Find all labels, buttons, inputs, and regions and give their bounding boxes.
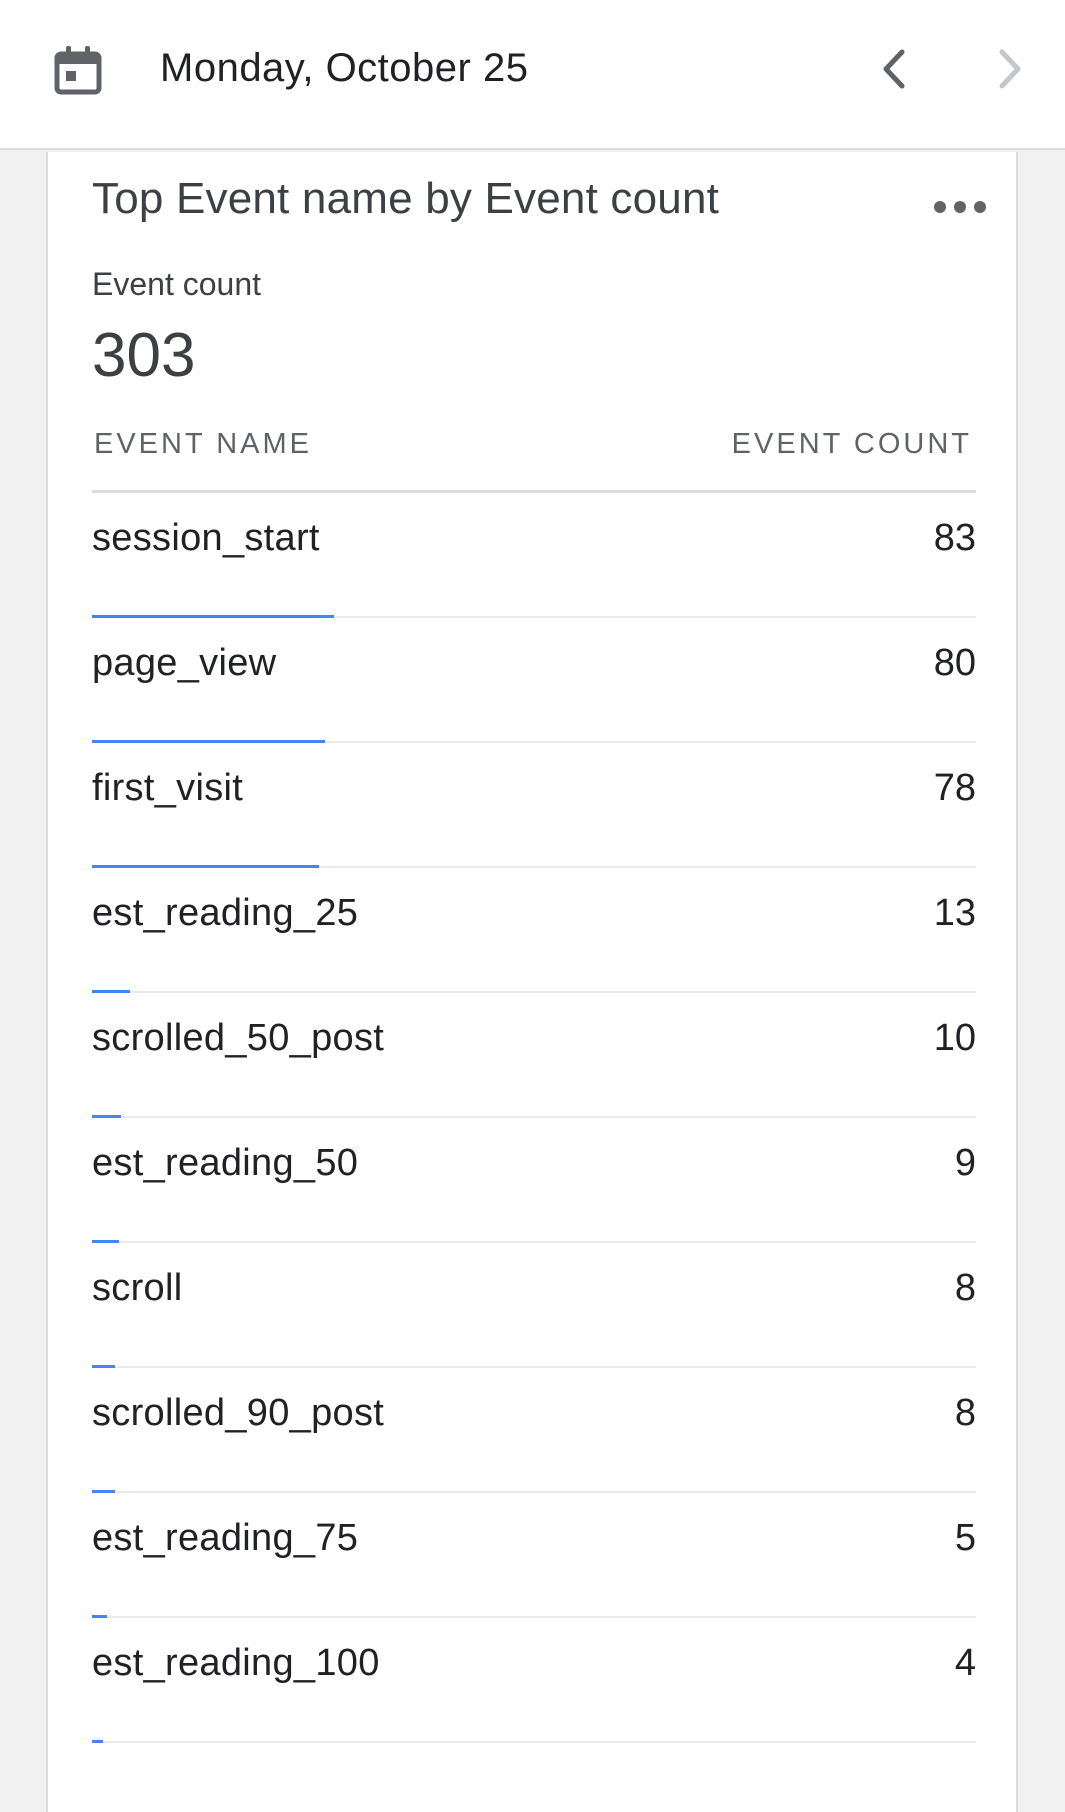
event-count: 80 bbox=[933, 642, 976, 684]
event-name: first_visit bbox=[92, 767, 244, 809]
event-name: est_reading_50 bbox=[92, 1142, 359, 1184]
metric-value: 303 bbox=[92, 321, 196, 390]
table-row[interactable]: scrolled_50_post 10 bbox=[92, 993, 976, 1118]
table-row[interactable]: est_reading_75 5 bbox=[92, 1493, 976, 1618]
event-name: scroll bbox=[92, 1267, 183, 1309]
event-name: est_reading_100 bbox=[92, 1642, 380, 1684]
event-card: Top Event name by Event count Event coun… bbox=[46, 152, 1018, 1812]
table-row[interactable]: scroll 8 bbox=[92, 1243, 976, 1368]
table-row[interactable]: scrolled_90_post 8 bbox=[92, 1368, 976, 1493]
top-app-bar: Monday, October 25 bbox=[0, 0, 1065, 150]
table-row[interactable]: session_start 83 bbox=[92, 493, 976, 618]
event-count: 5 bbox=[954, 1517, 976, 1559]
card-title: Top Event name by Event count bbox=[92, 174, 720, 223]
more-horizontal-icon[interactable] bbox=[932, 192, 988, 222]
event-count: 8 bbox=[954, 1267, 976, 1309]
event-count: 9 bbox=[954, 1142, 976, 1184]
date-label[interactable]: Monday, October 25 bbox=[160, 46, 528, 91]
event-count: 78 bbox=[933, 767, 976, 809]
event-name: session_start bbox=[92, 517, 320, 559]
event-count: 83 bbox=[933, 517, 976, 559]
event-count: 4 bbox=[954, 1642, 976, 1684]
event-name: scrolled_50_post bbox=[92, 1017, 385, 1059]
table-row[interactable]: est_reading_25 13 bbox=[92, 868, 976, 993]
event-count: 8 bbox=[954, 1392, 976, 1434]
table-row[interactable]: est_reading_50 9 bbox=[92, 1118, 976, 1243]
event-count: 13 bbox=[933, 892, 976, 934]
table-row[interactable]: first_visit 78 bbox=[92, 743, 976, 868]
event-name: scrolled_90_post bbox=[92, 1392, 385, 1434]
chevron-left-icon[interactable] bbox=[872, 46, 918, 92]
column-header-event-name: EVENT NAME bbox=[94, 428, 313, 460]
table-row[interactable]: est_reading_100 4 bbox=[92, 1618, 976, 1743]
share-bar bbox=[92, 1740, 104, 1743]
event-count: 10 bbox=[933, 1017, 976, 1059]
event-name: est_reading_75 bbox=[92, 1517, 359, 1559]
chevron-right-icon[interactable] bbox=[986, 46, 1032, 92]
table-row[interactable]: page_view 80 bbox=[92, 618, 976, 743]
event-name: est_reading_25 bbox=[92, 892, 359, 934]
metric-label: Event count bbox=[92, 266, 261, 302]
column-header-event-count: EVENT COUNT bbox=[731, 428, 972, 460]
event-name: page_view bbox=[92, 642, 277, 684]
calendar-icon[interactable] bbox=[54, 44, 102, 96]
event-table: session_start 83 page_view 80 first_visit 78 e… bbox=[92, 493, 976, 1743]
